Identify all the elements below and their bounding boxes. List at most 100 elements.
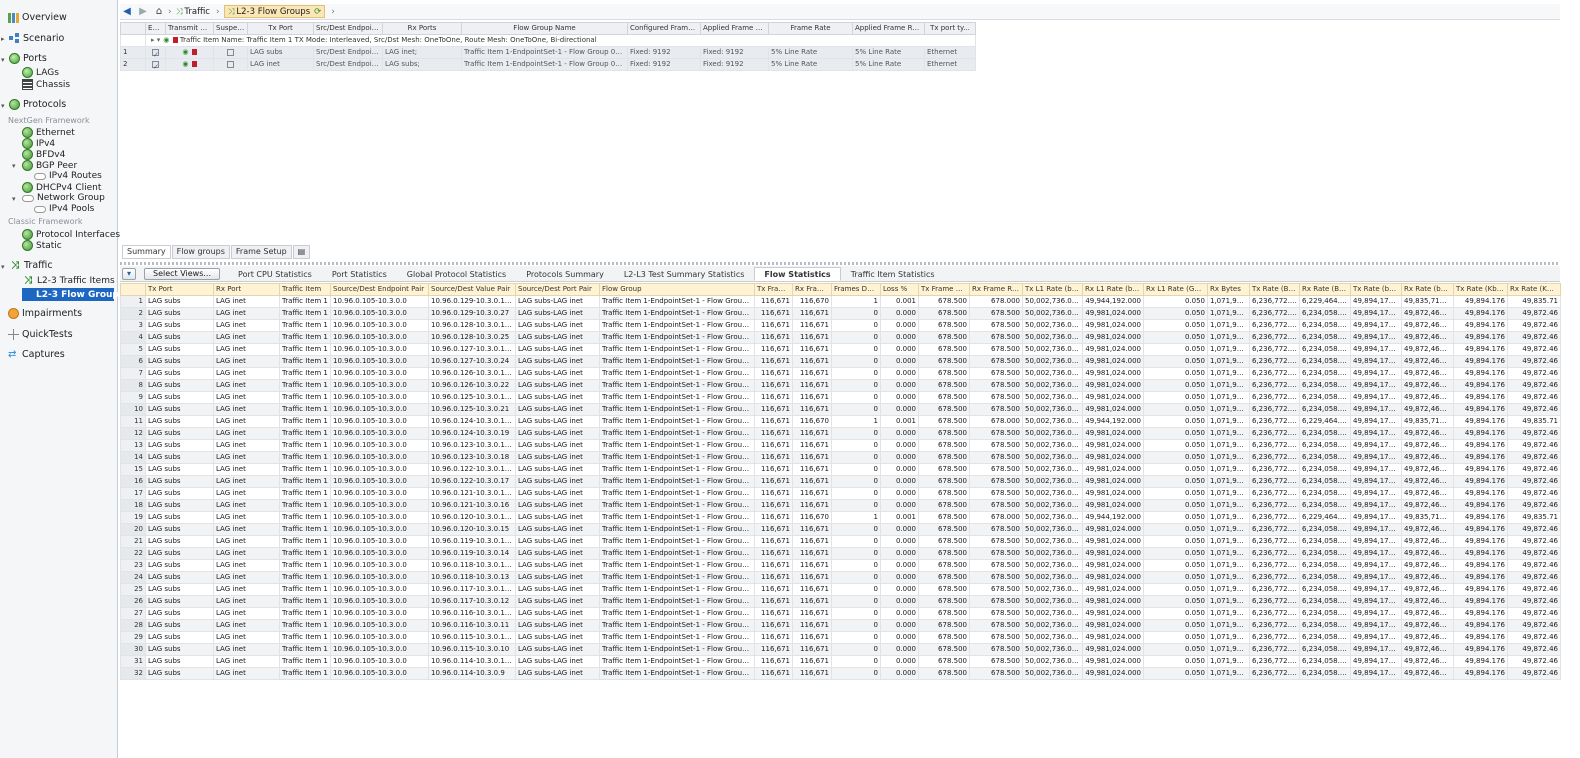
collapse-arrow-icon[interactable]: ▾ (12, 195, 16, 203)
column-header-transmit-state[interactable]: Transmit State (165, 22, 214, 35)
table-row[interactable]: 14 LAG subs LAG inet Traffic Item 1 10.96.0.… (120, 451, 1561, 464)
column-header-tx-port[interactable]: Tx Port (145, 283, 214, 296)
table-row[interactable]: 32 LAG subs LAG inet Traffic Item 1 10.96.0.… (120, 667, 1561, 680)
sidebar-item-l23-flow-groups[interactable]: L2-3 Flow Groups (22, 288, 124, 301)
column-header-flow-group-name[interactable]: Flow Group Name (461, 22, 628, 35)
splitter-handle[interactable] (120, 262, 1560, 265)
column-header-tx-frames[interactable]: Tx Frames (754, 283, 793, 296)
table-row[interactable]: 31 LAG subs LAG inet Traffic Item 1 10.96.0.… (120, 655, 1561, 668)
table-row[interactable]: 2 ✓ ◉ LAG inet Src/Dest Endpoin... LAG subs;… (120, 58, 976, 71)
table-row[interactable]: 15 LAG subs LAG inet Traffic Item 1 10.96.0.… (120, 463, 1561, 476)
table-row[interactable]: 24 LAG subs LAG inet Traffic Item 1 10.96.0.… (120, 571, 1561, 584)
table-row[interactable]: 26 LAG subs LAG inet Traffic Item 1 10.96.0.… (120, 595, 1561, 608)
table-row[interactable]: 22 LAG subs LAG inet Traffic Item 1 10.96.0.… (120, 547, 1561, 560)
column-header-rx-l1-rate-bps[interactable]: Rx L1 Rate (bps) (1082, 283, 1144, 296)
table-row[interactable]: 28 LAG subs LAG inet Traffic Item 1 10.96.0.… (120, 619, 1561, 632)
table-row[interactable]: 30 LAG subs LAG inet Traffic Item 1 10.96.0.… (120, 643, 1561, 656)
tab-protocols-summary[interactable]: Protocols Summary (516, 267, 614, 281)
traffic-item-group-row[interactable]: ▸ ▾ ◉ Traffic Item Name: Traffic Item 1 T… (120, 34, 976, 47)
collapse-arrow-icon[interactable]: ▾ (1, 102, 5, 110)
table-row[interactable]: 4 LAG subs LAG inet Traffic Item 1 10.96.0.1… (120, 331, 1561, 344)
column-header-rx-frames[interactable]: Rx Frames (792, 283, 832, 296)
column-header-suspend[interactable]: Suspend (213, 22, 248, 35)
collapse-arrow-icon[interactable]: ▾ (12, 162, 16, 170)
table-row[interactable]: 19 LAG subs LAG inet Traffic Item 1 10.96.0.… (120, 511, 1561, 524)
collapse-arrow-icon[interactable]: ▾ (1, 263, 5, 271)
breadcrumb-traffic[interactable]: ⤨ Traffic (176, 7, 210, 17)
column-header-rx-l1-rate-gbps[interactable]: Rx L1 Rate (Gbps) (1143, 283, 1208, 296)
table-row[interactable]: 17 LAG subs LAG inet Traffic Item 1 10.96.0.… (120, 487, 1561, 500)
sidebar-item-traffic[interactable]: ⤨ Traffic (9, 260, 53, 271)
table-row[interactable]: 18 LAG subs LAG inet Traffic Item 1 10.96.0.… (120, 499, 1561, 512)
sidebar-item-l23-traffic-items[interactable]: ⤨ L2-3 Traffic Items (22, 275, 115, 286)
sidebar-item-bgp-peer[interactable]: BGP Peer (22, 160, 77, 171)
suspend-checkbox[interactable] (213, 46, 248, 59)
table-row[interactable]: 11 LAG subs LAG inet Traffic Item 1 10.96.0.… (120, 415, 1561, 428)
document-icon[interactable]: ▤ (292, 245, 311, 259)
enabled-checkbox[interactable]: ✓ (145, 46, 166, 59)
column-header-tx-frame-rate[interactable]: Tx Frame Rate (918, 283, 970, 296)
back-arrow-icon[interactable]: ◀ (120, 6, 134, 17)
tab-frame-setup[interactable]: Frame Setup (230, 245, 292, 259)
column-header-rx-ports[interactable]: Rx Ports (382, 22, 462, 35)
home-icon[interactable]: ⌂ (152, 6, 166, 17)
table-row[interactable]: 27 LAG subs LAG inet Traffic Item 1 10.96.0.… (120, 607, 1561, 620)
column-header-configured-frame[interactable]: Configured Frame ... (627, 22, 701, 35)
sidebar-item-impairments[interactable]: Impairments (8, 308, 82, 319)
table-row[interactable]: 2 LAG subs LAG inet Traffic Item 1 10.96.0.1… (120, 307, 1561, 320)
table-row[interactable]: 6 LAG subs LAG inet Traffic Item 1 10.96.0.1… (120, 355, 1561, 368)
view-options-button[interactable]: ▾ (122, 268, 137, 280)
refresh-icon[interactable]: ⟳ (314, 7, 321, 17)
column-header-rx-bytes[interactable]: Rx Bytes (1207, 283, 1250, 296)
column-header-source-dest-endpoint-pair[interactable]: Source/Dest Endpoint Pair (330, 283, 429, 296)
column-header-rx-frame-rate[interactable]: Rx Frame Rate (969, 283, 1023, 296)
table-row[interactable]: 29 LAG subs LAG inet Traffic Item 1 10.96.0.… (120, 631, 1561, 644)
column-header-rx-rate-kbps[interactable]: Rx Rate (Kbps) (1507, 283, 1561, 296)
tab-port-cpu-statistics[interactable]: Port CPU Statistics (228, 267, 322, 281)
column-header-frame-rate[interactable]: Frame Rate (768, 22, 853, 35)
sidebar-item-ports[interactable]: Ports (9, 53, 47, 64)
column-header-src-dest-endpoin[interactable]: Src/Dest Endpoin... (313, 22, 383, 35)
select-views-button[interactable]: Select Views... (144, 268, 221, 280)
sidebar-item-ipv4-routes[interactable]: IPv4 Routes (34, 171, 102, 181)
tab-summary[interactable]: Summary (122, 245, 171, 259)
collapse-arrow-icon[interactable]: ▾ (1, 56, 5, 64)
table-row[interactable]: 7 LAG subs LAG inet Traffic Item 1 10.96.0.1… (120, 367, 1561, 380)
sidebar-item-lags[interactable]: LAGs (22, 67, 59, 78)
sidebar-item-ethernet[interactable]: Ethernet (22, 127, 75, 138)
sidebar-item-ipv4-pools[interactable]: IPv4 Pools (34, 204, 94, 214)
table-row[interactable]: 13 LAG subs LAG inet Traffic Item 1 10.96.0.… (120, 439, 1561, 452)
column-header-tx-port-ty[interactable]: Tx port ty... (924, 22, 976, 35)
column-header-source-dest-port-pair[interactable]: Source/Dest Port Pair (515, 283, 600, 296)
column-header-rx-rate-bps[interactable]: Rx Rate (Bps) (1299, 283, 1351, 296)
sidebar-item-static[interactable]: Static (22, 240, 62, 251)
expand-arrow-icon[interactable]: ▸ (1, 35, 5, 43)
sidebar-item-dhcpv4-client[interactable]: DHCPv4 Client (22, 182, 101, 193)
column-header-tx-l1-rate-bps[interactable]: Tx L1 Rate (bps) (1022, 283, 1083, 296)
table-row[interactable]: 20 LAG subs LAG inet Traffic Item 1 10.96.0.… (120, 523, 1561, 536)
column-header-rx-rate-bps[interactable]: Rx Rate (bps) (1401, 283, 1454, 296)
table-row[interactable]: 21 LAG subs LAG inet Traffic Item 1 10.96.0.… (120, 535, 1561, 548)
column-header-frames-delta[interactable]: Frames Delta (831, 283, 881, 296)
sidebar-item-captures[interactable]: ⇄ Captures (8, 349, 65, 360)
column-header-tx-rate-kbps[interactable]: Tx Rate (Kbps) (1453, 283, 1508, 296)
tab-flow-statistics[interactable]: Flow Statistics (754, 267, 841, 281)
table-row[interactable]: 3 LAG subs LAG inet Traffic Item 1 10.96.0.1… (120, 319, 1561, 332)
sidebar-item-protocol-interfaces[interactable]: Protocol Interfaces (22, 229, 120, 240)
column-header-flow-group[interactable]: Flow Group (599, 283, 755, 296)
column-header-source-dest-value-pair[interactable]: Source/Dest Value Pair (428, 283, 516, 296)
table-row[interactable]: 23 LAG subs LAG inet Traffic Item 1 10.96.0.… (120, 559, 1561, 572)
table-row[interactable]: 25 LAG subs LAG inet Traffic Item 1 10.96.0.… (120, 583, 1561, 596)
column-header-applied-frame-rate[interactable]: Applied Frame Rate (852, 22, 925, 35)
sidebar-item-protocols[interactable]: Protocols (9, 99, 66, 110)
column-header-traffic-item[interactable]: Traffic Item (279, 283, 331, 296)
tab-l2-l3-test-summary-statistics[interactable]: L2-L3 Test Summary Statistics (614, 267, 755, 281)
table-row[interactable]: 1 LAG subs LAG inet Traffic Item 1 10.96.0.1… (120, 295, 1561, 308)
breadcrumb-flow-groups[interactable]: ⤨ L2-3 Flow Groups ⟳ (223, 5, 326, 18)
tab-flow-groups[interactable]: Flow groups (171, 245, 230, 259)
tab-port-statistics[interactable]: Port Statistics (322, 267, 397, 281)
tab-traffic-item-statistics[interactable]: Traffic Item Statistics (841, 267, 945, 281)
enabled-checkbox[interactable]: ✓ (145, 58, 166, 71)
column-header-applied-frame-size[interactable]: Applied Frame Size (700, 22, 769, 35)
table-row[interactable]: 9 LAG subs LAG inet Traffic Item 1 10.96.0.1… (120, 391, 1561, 404)
